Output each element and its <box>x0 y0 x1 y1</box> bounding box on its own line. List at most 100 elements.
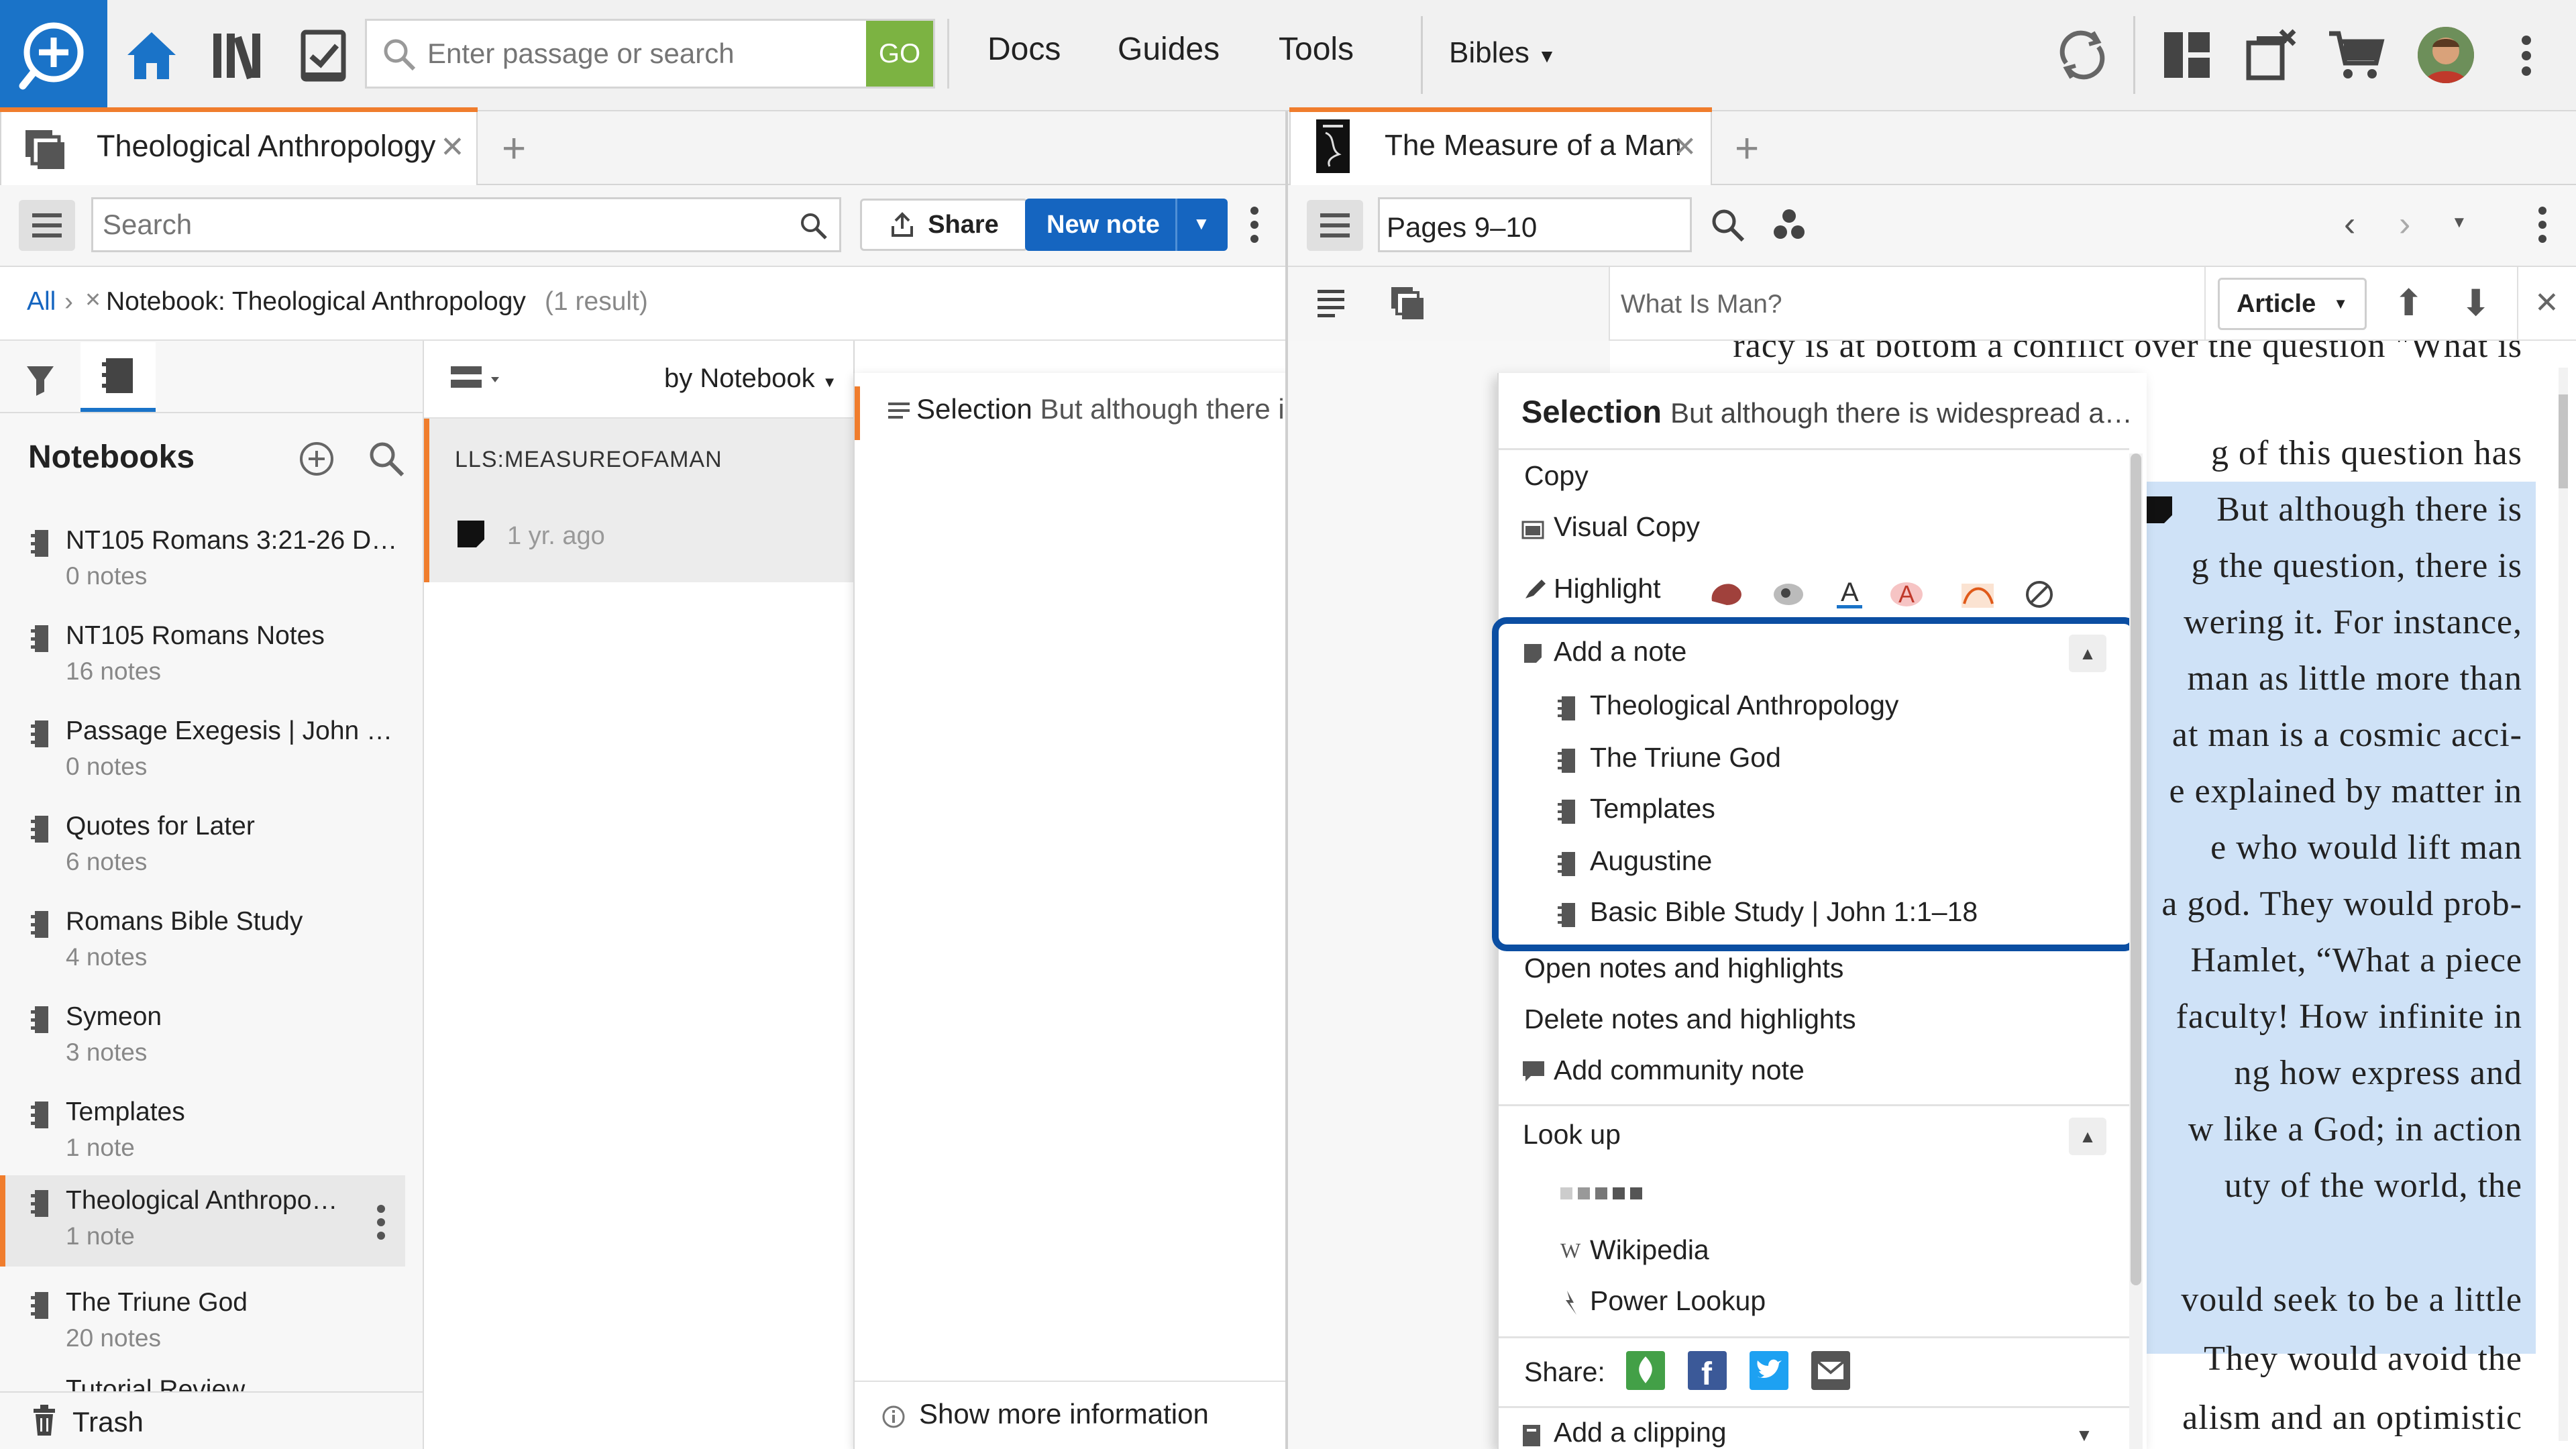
notebook-item[interactable]: Quotes for Later 6 notes <box>24 806 400 902</box>
email-share-icon[interactable] <box>1811 1351 1850 1390</box>
reader-line: wering it. For instance, <box>2184 603 2522 641</box>
notebook-item[interactable]: Symeon 3 notes <box>24 997 400 1092</box>
remove-filter-icon[interactable]: ✕ <box>85 288 101 312</box>
collapse-look-up-icon[interactable]: ▲ <box>2069 1118 2106 1155</box>
caret-down-icon: ▼ <box>1538 46 1556 66</box>
layouts-icon[interactable] <box>2156 24 2218 86</box>
facebook-share-icon[interactable]: f <box>1688 1351 1727 1390</box>
notes-search-input[interactable] <box>103 199 773 250</box>
community-note-item[interactable]: Add community note <box>1554 1055 1805 1086</box>
cart-icon[interactable] <box>2325 24 2387 86</box>
twitter-share-icon[interactable] <box>1750 1351 1788 1390</box>
notebook-item[interactable]: NT105 Romans Notes 16 notes <box>24 616 400 711</box>
reference-box[interactable]: Pages 9–10 <box>1378 197 1692 252</box>
tab-measure-of-a-man[interactable]: The Measure of a Man ✕ <box>1289 111 1712 185</box>
visual-copy-item[interactable]: Visual Copy <box>1554 511 1700 543</box>
notebook-item[interactable]: NT105 Romans 3:21-26 Di… 0 notes <box>24 521 401 616</box>
history-dropdown-icon[interactable]: ▼ <box>2451 213 2467 232</box>
close-panels-icon[interactable] <box>2241 24 2302 86</box>
more-options-icon[interactable] <box>2520 34 2533 78</box>
delete-notes-item[interactable]: Delete notes and highlights <box>1524 1004 1856 1035</box>
add-clipping-item[interactable]: Add a clipping <box>1554 1417 1727 1448</box>
note-group[interactable]: LLS:MEASUREOFAMAN 1 yr. ago <box>424 419 853 582</box>
notebook-item-partial[interactable]: Tutorial Review <box>24 1375 400 1391</box>
user-avatar[interactable] <box>2418 27 2474 83</box>
show-more-link[interactable]: Show more information <box>919 1398 1209 1430</box>
notebook-option[interactable]: Theological Anthropology <box>1590 690 1898 721</box>
notebook-item[interactable]: Templates 1 note <box>24 1092 400 1187</box>
notebook-item-selected[interactable]: Theological Anthropo… 1 note <box>0 1175 405 1267</box>
text-view-icon[interactable] <box>1315 286 1350 321</box>
panel-menu-button[interactable] <box>1307 200 1363 251</box>
more-options-icon[interactable] <box>376 1203 386 1241</box>
more-options-icon[interactable] <box>1248 204 1261 246</box>
wikipedia-item[interactable]: Wikipedia <box>1590 1234 1709 1266</box>
notebook-option[interactable]: Templates <box>1590 793 1715 824</box>
library-icon[interactable] <box>207 24 268 86</box>
more-options-icon[interactable] <box>2536 204 2549 246</box>
add-tab-icon[interactable]: + <box>502 125 526 172</box>
scrollbar[interactable] <box>2129 453 2143 1449</box>
passage-search-input[interactable] <box>427 21 857 87</box>
close-tab-icon[interactable]: ✕ <box>440 130 465 164</box>
open-notes-item[interactable]: Open notes and highlights <box>1524 953 1843 984</box>
tab-theological-anthropology[interactable]: Theological Anthropology ✕ <box>0 111 478 185</box>
notebook-item[interactable]: The Triune God 20 notes <box>24 1283 400 1378</box>
notebook-item[interactable]: Passage Exegesis | John 1… 0 notes <box>24 711 401 806</box>
visual-filter-icon[interactable] <box>1771 207 1807 243</box>
breadcrumb-all[interactable]: All <box>27 287 56 317</box>
new-note-button[interactable]: New note ▼ <box>1025 199 1228 251</box>
notebook-option[interactable]: The Triune God <box>1590 742 1781 773</box>
scrollbar[interactable] <box>2559 368 2568 1441</box>
power-lookup-item[interactable]: Power Lookup <box>1590 1285 1766 1317</box>
share-button[interactable]: Share <box>860 199 1028 251</box>
article-dropdown[interactable]: Article ▼ <box>2218 278 2367 330</box>
add-note-item[interactable]: Add a note <box>1554 636 1686 667</box>
go-button[interactable]: GO <box>866 21 933 87</box>
filter-icon[interactable] <box>13 346 67 411</box>
faithlife-share-icon[interactable] <box>1626 1351 1665 1390</box>
tasks-icon[interactable] <box>292 24 354 86</box>
close-section-icon[interactable]: ✕ <box>2534 286 2559 320</box>
notebook-option[interactable]: Basic Bible Study | John 1:1–18 <box>1590 896 1978 928</box>
notebook-item[interactable]: Romans Bible Study 4 notes <box>24 902 400 997</box>
expand-clipping-icon[interactable]: ▼ <box>2076 1425 2093 1446</box>
collapse-add-note-icon[interactable]: ▲ <box>2069 635 2106 672</box>
tools-menu[interactable]: Tools <box>1279 31 1354 68</box>
divider <box>1499 1104 2129 1106</box>
next-article-icon[interactable]: ⬇ <box>2461 282 2491 324</box>
sync-icon[interactable] <box>2051 24 2113 86</box>
look-up-item[interactable]: Look up <box>1523 1119 1621 1150</box>
home-icon[interactable] <box>121 24 182 86</box>
notebook-icon <box>31 1006 48 1033</box>
highlight-style-red <box>1711 584 1741 605</box>
notebooks-view-tab[interactable] <box>80 342 156 412</box>
scrollbar-thumb[interactable] <box>2559 394 2568 488</box>
close-tab-icon[interactable]: ✕ <box>1673 130 1697 163</box>
reference-input[interactable]: Pages 9–10 <box>1387 211 1537 244</box>
new-note-dropdown-icon[interactable]: ▼ <box>1193 213 1210 234</box>
add-notebook-icon[interactable] <box>298 440 335 478</box>
scrollbar-thumb[interactable] <box>2131 453 2141 1285</box>
copy-item[interactable]: Copy <box>1524 460 1589 492</box>
previous-article-icon[interactable]: ⬆ <box>2394 282 2424 324</box>
back-icon[interactable]: ‹ <box>2344 204 2355 244</box>
docs-menu[interactable]: Docs <box>987 31 1061 68</box>
passage-search-box[interactable]: GO <box>365 19 935 89</box>
guides-menu[interactable]: Guides <box>1118 31 1220 68</box>
notes-view-icon[interactable] <box>1389 284 1426 322</box>
sort-dropdown[interactable]: by Notebook ▼ <box>664 364 837 394</box>
notebook-option[interactable]: Augustine <box>1590 845 1712 877</box>
trash-row[interactable]: Trash <box>0 1391 423 1449</box>
forward-icon[interactable]: › <box>2399 204 2410 244</box>
bibles-menu[interactable]: Bibles ▼ <box>1449 36 1556 70</box>
view-options-icon[interactable] <box>451 364 504 396</box>
logos-logo[interactable] <box>0 0 107 111</box>
search-icon[interactable] <box>1709 207 1746 243</box>
highlight-styles[interactable]: A A <box>1707 574 2069 612</box>
notes-search-box[interactable] <box>91 197 841 252</box>
search-notebooks-icon[interactable] <box>366 439 407 479</box>
highlight-item[interactable]: Highlight <box>1554 573 1661 604</box>
panel-menu-button[interactable] <box>19 200 75 251</box>
add-tab-icon[interactable]: + <box>1735 125 1759 172</box>
